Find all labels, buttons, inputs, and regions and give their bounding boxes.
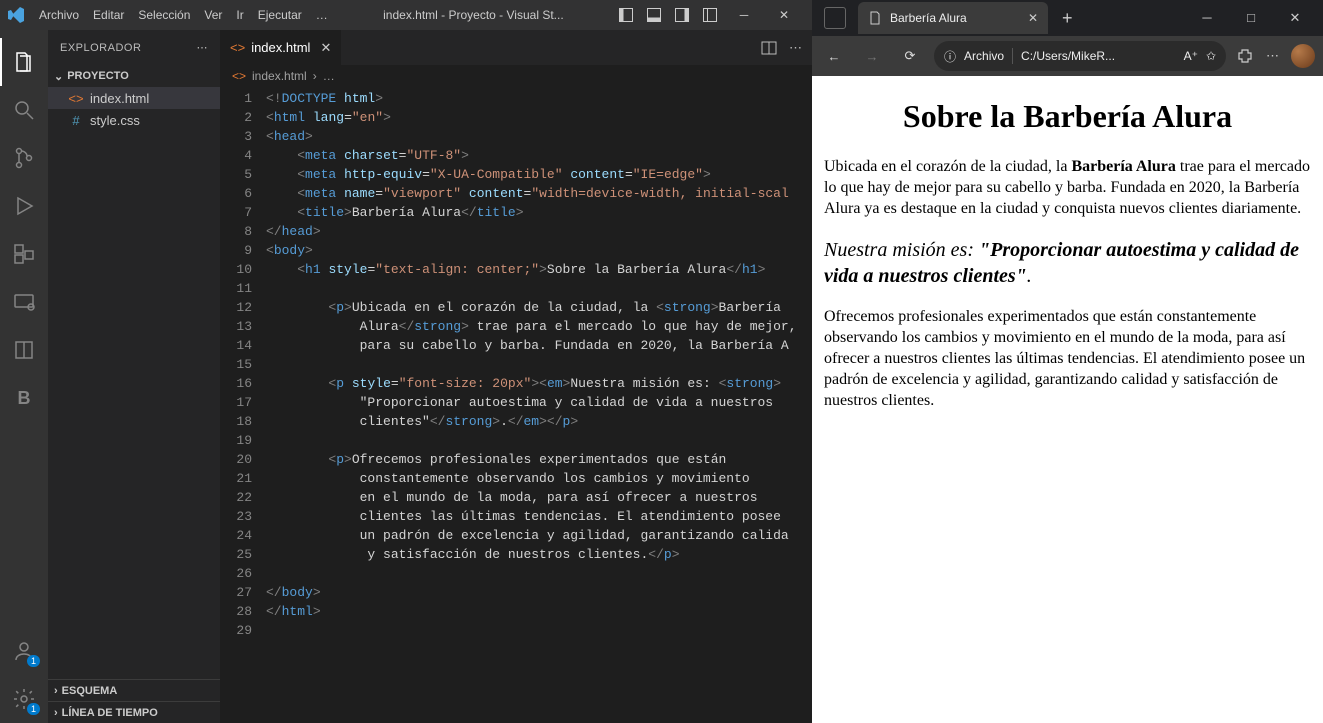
menu-ir[interactable]: Ir [229, 8, 250, 22]
tab-close-icon[interactable]: ✕ [1028, 11, 1038, 25]
code-editor[interactable]: 1234567891011121314151617181920212223242… [220, 87, 812, 723]
split-editor-icon[interactable] [761, 40, 777, 56]
editor-tabs: <> index.html ✕ ⋯ [220, 30, 812, 65]
profile-avatar-icon[interactable] [1291, 44, 1315, 68]
tab-actions-icon[interactable] [824, 7, 846, 29]
explorer-more-icon[interactable]: ⋯ [197, 41, 209, 54]
window-close-icon[interactable]: ✕ [1273, 10, 1317, 26]
editor-group: <> index.html ✕ ⋯ <> index.html › … 1234… [220, 30, 812, 723]
browser-toolbar: ← → ⟳ ⓘ Archivo C:/Users/MikeR... A⁺ ✩ ⋯ [812, 36, 1323, 76]
activity-book-icon[interactable] [0, 326, 48, 374]
html-file-icon: <> [230, 40, 245, 55]
window-close-icon[interactable]: ✕ [764, 8, 804, 22]
activity-search-icon[interactable] [0, 86, 48, 134]
window-maximize-icon[interactable]: □ [1229, 10, 1273, 26]
vscode-window: Archivo Editar Selección Ver Ir Ejecutar… [0, 0, 812, 723]
layout-panel-left-icon[interactable] [612, 8, 640, 22]
activity-gear-icon[interactable]: 1 [0, 675, 48, 723]
outline-section-header[interactable]: › ESQUEMA [48, 679, 220, 701]
project-section-header[interactable]: ⌄ PROYECTO [48, 65, 220, 87]
activity-debug-icon[interactable] [0, 182, 48, 230]
favorite-icon[interactable]: ✩ [1206, 49, 1216, 63]
layout-panel-right-icon[interactable] [668, 8, 696, 22]
browser-tab[interactable]: Barbería Alura ✕ [858, 2, 1048, 34]
activity-bold-icon[interactable]: B [0, 374, 48, 422]
chevron-right-icon: › [54, 707, 58, 719]
chevron-right-icon: › [313, 69, 317, 83]
new-tab-button[interactable]: + [1054, 8, 1081, 29]
paragraph-1: Ubicada en el corazón de la ciudad, la B… [824, 157, 1311, 219]
menu-seleccion[interactable]: Selección [131, 8, 197, 22]
page-icon [868, 11, 882, 25]
menu-ejecutar[interactable]: Ejecutar [251, 8, 309, 22]
code-content[interactable]: <!DOCTYPE html><html lang="en"><head> <m… [266, 87, 812, 723]
paragraph-mission: Nuestra misión es: "Proporcionar autoest… [824, 237, 1311, 289]
menu-overflow[interactable]: … [309, 8, 335, 22]
menu-ver[interactable]: Ver [197, 8, 229, 22]
editor-more-icon[interactable]: ⋯ [789, 40, 802, 56]
editor-tab-index-html[interactable]: <> index.html ✕ [220, 30, 342, 65]
vscode-titlebar: Archivo Editar Selección Ver Ir Ejecutar… [0, 0, 812, 30]
paragraph-3: Ofrecemos profesionales experimentados q… [824, 307, 1311, 411]
menu-icon[interactable]: ⋯ [1266, 48, 1279, 64]
menu-archivo[interactable]: Archivo [32, 8, 86, 22]
account-badge: 1 [27, 655, 40, 667]
activity-scm-icon[interactable] [0, 134, 48, 182]
nav-forward-icon: → [858, 49, 886, 64]
css-file-icon: # [68, 113, 84, 128]
window-minimize-icon[interactable]: ─ [1185, 10, 1229, 26]
browser-titlebar: Barbería Alura ✕ + ─ □ ✕ [812, 0, 1323, 36]
window-minimize-icon[interactable]: ─ [724, 8, 764, 22]
explorer-title: EXPLORADOR [60, 42, 141, 54]
timeline-section-header[interactable]: › LÍNEA DE TIEMPO [48, 701, 220, 723]
vscode-logo-icon [8, 7, 24, 23]
file-item-style-css[interactable]: # style.css [48, 109, 220, 131]
activity-bar: B 1 1 [0, 30, 48, 723]
address-bar[interactable]: ⓘ Archivo C:/Users/MikeR... A⁺ ✩ [934, 41, 1226, 71]
info-icon[interactable]: ⓘ [944, 48, 956, 65]
nav-back-icon[interactable]: ← [820, 49, 848, 64]
breadcrumb[interactable]: <> index.html › … [220, 65, 812, 87]
tab-close-icon[interactable]: ✕ [320, 40, 331, 56]
file-item-index-html[interactable]: <> index.html [48, 87, 220, 109]
chevron-right-icon: › [54, 685, 58, 697]
line-number-gutter: 1234567891011121314151617181920212223242… [220, 87, 266, 723]
activity-explorer-icon[interactable] [0, 38, 48, 86]
separator [1012, 48, 1013, 64]
edge-browser-window: Barbería Alura ✕ + ─ □ ✕ ← → ⟳ ⓘ Archivo… [812, 0, 1323, 723]
chevron-down-icon: ⌄ [54, 70, 63, 83]
activity-remote-icon[interactable] [0, 278, 48, 326]
read-aloud-icon[interactable]: A⁺ [1184, 49, 1198, 63]
vscode-window-title: index.html - Proyecto - Visual St... [335, 8, 612, 22]
layout-customize-icon[interactable] [696, 8, 724, 22]
activity-extensions-icon[interactable] [0, 230, 48, 278]
file-tree: <> index.html # style.css [48, 87, 220, 679]
extensions-icon[interactable] [1236, 47, 1254, 65]
html-file-icon: <> [68, 91, 84, 106]
html-file-icon: <> [232, 69, 246, 83]
rendered-page: Sobre la Barbería Alura Ubicada en el co… [812, 76, 1323, 723]
activity-account-icon[interactable]: 1 [0, 627, 48, 675]
gear-badge: 1 [27, 703, 40, 715]
page-heading: Sobre la Barbería Alura [824, 98, 1311, 135]
explorer-sidebar: EXPLORADOR ⋯ ⌄ PROYECTO <> index.html # … [48, 30, 220, 723]
nav-refresh-icon[interactable]: ⟳ [896, 48, 924, 64]
menu-editar[interactable]: Editar [86, 8, 131, 22]
layout-panel-bottom-icon[interactable] [640, 8, 668, 22]
